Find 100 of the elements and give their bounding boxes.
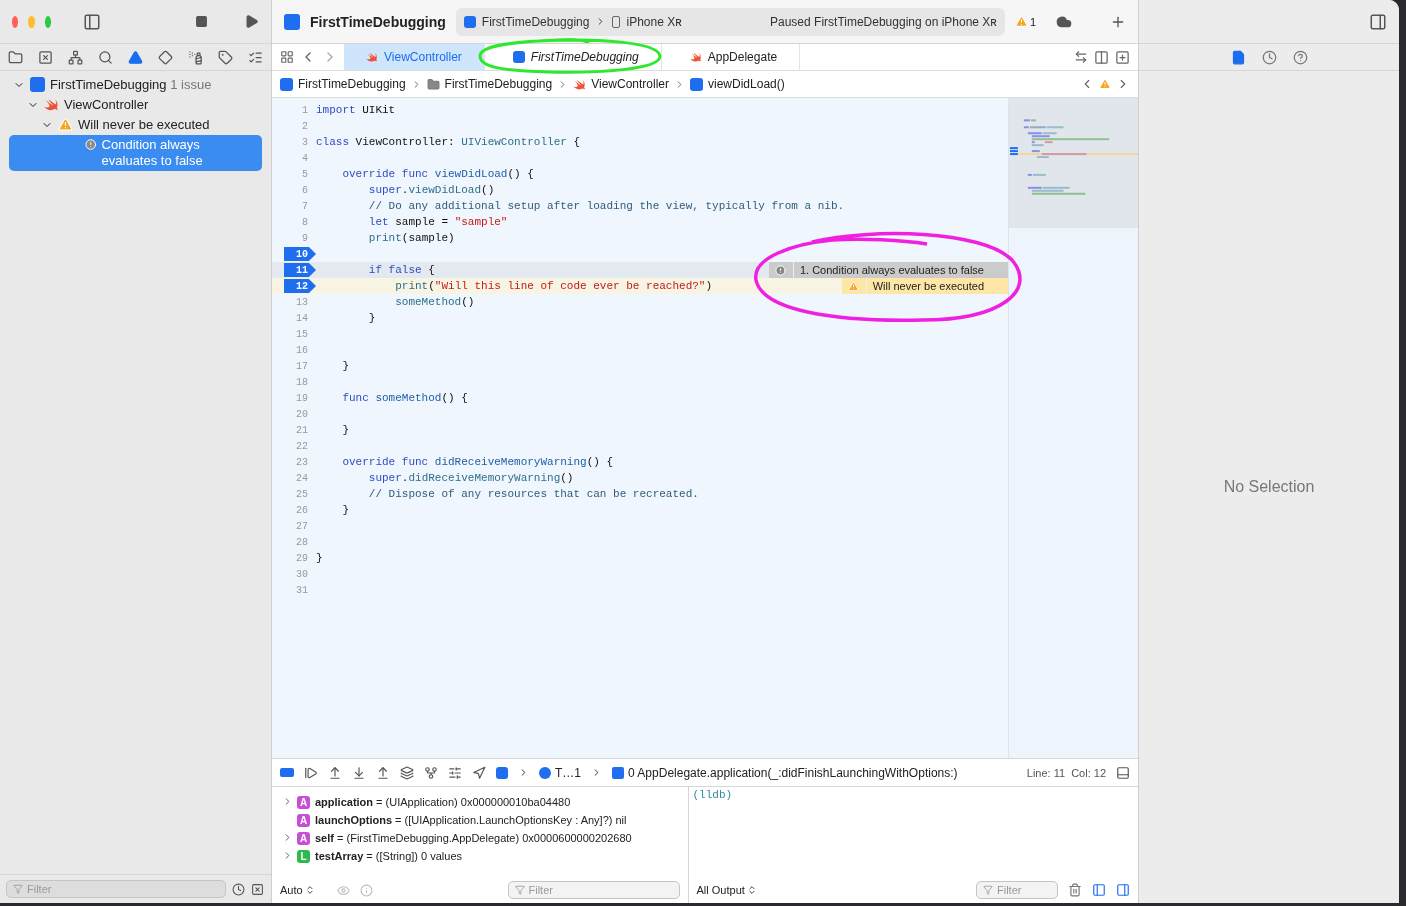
line-number: 28 [296, 536, 308, 548]
line-number: 25 [296, 488, 308, 500]
line-number: 19 [296, 392, 308, 404]
diamond-icon[interactable] [158, 49, 173, 65]
file-icon[interactable] [1230, 49, 1246, 65]
tree-item-label: Will never be executed [78, 117, 210, 133]
line-number: 5 [302, 168, 308, 180]
inspector-toggle-icon[interactable] [1369, 12, 1387, 31]
output-popup[interactable]: All Output [696, 884, 745, 896]
line-number: 31 [296, 584, 308, 596]
scope-popup[interactable]: Auto [280, 884, 303, 896]
code-line: someMethod() [394, 296, 475, 308]
project-title: FirstTimeDebugging [310, 13, 446, 30]
popup-arrows-icon [746, 885, 757, 895]
variable-text: testArray = ([String]) 0 values [315, 850, 463, 862]
search-icon[interactable] [98, 49, 113, 65]
code-line: override func didReceiveMemoryWarning() { [341, 456, 614, 468]
source-control-icon[interactable] [38, 49, 53, 65]
code-line: } [367, 312, 376, 324]
add-editor-icon[interactable] [1115, 49, 1130, 65]
tree-item[interactable]: FirstTimeDebugging 1 issue [9, 75, 262, 95]
tree-item-label: FirstTimeDebugging 1 issue [50, 77, 212, 93]
line-number: 27 [296, 520, 308, 532]
list-icon[interactable] [248, 49, 263, 65]
step-over-icon[interactable] [328, 765, 342, 780]
variable-text: application = (UIApplication) 0x000000010ba04480 [315, 796, 571, 808]
line-number: 23 [296, 456, 308, 468]
hierarchy-icon[interactable] [68, 49, 83, 65]
folder-icon[interactable] [8, 49, 23, 65]
grid-icon[interactable] [280, 50, 294, 64]
line-number: 7 [302, 200, 308, 212]
warning-icon [58, 117, 73, 132]
jump-bar-item[interactable]: FirstTimeDebugging [280, 77, 406, 91]
tree-item[interactable]: ViewController [9, 95, 262, 115]
code-line: print("Will this line of code ever be reached?") [394, 280, 713, 292]
breakpoint-marker[interactable]: 11 [284, 263, 316, 277]
line-number: 16 [296, 344, 308, 356]
environment-icon[interactable] [448, 765, 462, 780]
memory-graph-icon[interactable] [424, 765, 438, 780]
issue-annotation[interactable]: Will never be executed [841, 278, 1008, 294]
stop-icon[interactable] [195, 15, 208, 28]
continue-icon[interactable] [304, 765, 318, 780]
app-icon [284, 13, 300, 30]
clock-icon[interactable] [1261, 49, 1277, 65]
app-icon [512, 51, 525, 63]
line-number: 8 [302, 216, 308, 228]
thread-label[interactable]: T…1 [555, 765, 581, 780]
play-icon[interactable] [244, 14, 259, 29]
breakpoints-toggle[interactable] [280, 768, 294, 777]
warning-icon [848, 280, 860, 292]
issue-annotation[interactable]: 1. Condition always evaluates to false [768, 262, 1008, 278]
console-toggle-icon[interactable] [1116, 883, 1130, 897]
editor-options-icon[interactable] [1094, 49, 1109, 65]
empty-state-text: No Selection [1223, 478, 1315, 496]
variable-kind-badge: A [297, 795, 310, 809]
app-icon [463, 15, 476, 28]
swap-icon[interactable] [1074, 50, 1088, 64]
tree-item[interactable]: Will never be executed [9, 115, 262, 135]
stack-frame-label[interactable]: 0 AppDelegate.application(_:didFinishLaunchingWithOptions:) [628, 765, 958, 780]
step-into-icon[interactable] [352, 765, 366, 780]
sidebar-toggle-icon[interactable] [83, 12, 101, 31]
editor-tab[interactable]: ViewController [344, 44, 485, 70]
jump-bar-item[interactable]: viewDidLoad() [690, 77, 785, 91]
device-icon [612, 15, 621, 28]
popup-arrows-icon [304, 885, 315, 895]
app-icon [496, 766, 508, 779]
trash-icon[interactable] [1068, 883, 1082, 897]
jump-bar-item[interactable]: FirstTimeDebugging [426, 77, 553, 91]
view-debugger-icon[interactable] [400, 765, 414, 780]
line-number: 30 [296, 568, 308, 580]
help-icon[interactable] [1292, 49, 1308, 65]
warning-icon[interactable] [128, 49, 143, 65]
thread-icon [539, 766, 551, 779]
line-number: 26 [296, 504, 308, 516]
line-number: 22 [296, 440, 308, 452]
line-number: 18 [296, 376, 308, 388]
line-number: 21 [296, 424, 308, 436]
console-prompt: (lldb) [692, 789, 733, 801]
clock-icon[interactable] [232, 882, 245, 896]
jump-bar-item[interactable]: ViewController [573, 77, 670, 91]
variables-toggle-icon[interactable] [1092, 883, 1106, 897]
breakpoint-marker[interactable]: 10 [284, 247, 316, 261]
breakpoint-marker[interactable]: 12 [284, 279, 316, 293]
code-line: super.didReceiveMemoryWarning() [367, 472, 574, 484]
spray-can-icon[interactable] [188, 49, 203, 65]
variable-kind-badge: L [297, 849, 310, 863]
line-number: 20 [296, 408, 308, 420]
line-number: 17 [296, 360, 308, 372]
code-line: class ViewController: UIViewController { [316, 136, 581, 148]
swift-bird-icon [689, 51, 702, 63]
line-number: 15 [296, 328, 308, 340]
app-icon [280, 77, 293, 91]
location-icon[interactable] [472, 765, 486, 780]
scheme-label[interactable]: FirstTimeDebugging [481, 14, 590, 29]
line-number: 2 [302, 120, 308, 132]
panel-toggle-icon[interactable] [1116, 765, 1130, 780]
tag-icon[interactable] [218, 49, 233, 65]
step-out-icon[interactable] [376, 765, 390, 780]
device-label[interactable]: iPhone Xʀ [626, 14, 682, 29]
swift-bird-icon [366, 51, 378, 63]
